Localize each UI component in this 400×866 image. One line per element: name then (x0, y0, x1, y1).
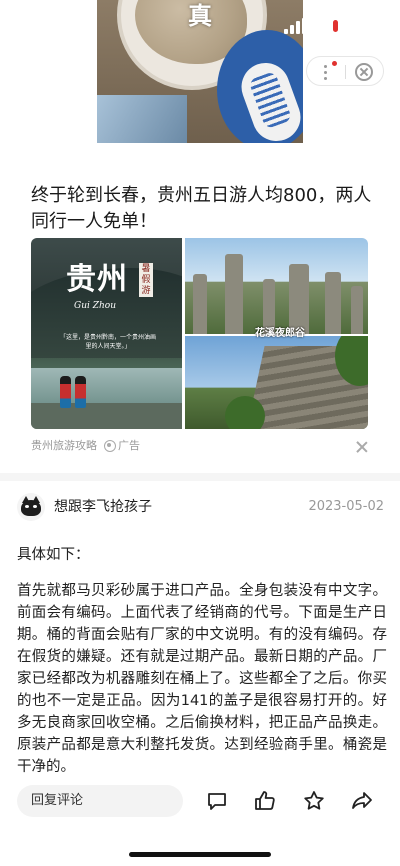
like-icon[interactable] (253, 789, 277, 813)
ad-badge-icon (104, 440, 116, 452)
stone-tower (325, 272, 341, 334)
ad-title[interactable]: 终于轮到长春，贵州五日游人均800，两人同行一人免单！ (31, 183, 376, 235)
stone-tower (225, 254, 243, 334)
mini-program-capsule (306, 56, 384, 86)
signal-icon (284, 18, 306, 34)
notification-dot-icon (332, 61, 337, 66)
poster-place-label: 花溪夜郎谷 (255, 328, 305, 339)
avatar[interactable] (17, 493, 45, 521)
favorite-star-icon[interactable] (302, 789, 326, 813)
poster-caption: 「这里，是贵州黔南，一个贵州油画里的人间天堂。」 (59, 334, 156, 350)
poster-river (31, 368, 182, 408)
photo-overlay-text: 真 (188, 1, 212, 30)
poster-title: 贵州 (66, 262, 128, 297)
close-icon[interactable] (355, 63, 373, 81)
ad-image-stone-wall[interactable] (185, 336, 368, 429)
ad-image-stone-towers[interactable] (185, 238, 368, 334)
comment-placeholder: 回复评论 (31, 793, 84, 808)
more-options-icon[interactable] (321, 64, 331, 80)
poster-pinyin: Gui Zhou (74, 301, 116, 311)
poster-rocks (31, 403, 182, 429)
comment-input[interactable]: 回复评论 (17, 785, 183, 817)
post-date: 2023-05-02 (308, 499, 384, 514)
answer-body: 首先就都马贝彩砂属于进口产品。全身包装没有中文字。前面会有编码。上面代表了经销商… (17, 583, 387, 775)
ad-tag: 广告 (118, 439, 140, 452)
ad-close-icon[interactable] (355, 440, 369, 454)
photo-cloth (97, 95, 187, 143)
stone-tower (193, 274, 207, 334)
share-icon[interactable] (350, 789, 374, 813)
capsule-divider (345, 65, 346, 79)
stone-tower (289, 264, 309, 334)
comment-icon[interactable] (205, 789, 229, 813)
poster-side-tag: 暑假游 (139, 263, 153, 297)
stone-tower (263, 279, 275, 334)
home-indicator[interactable] (129, 852, 271, 857)
recording-indicator-icon (333, 20, 338, 32)
answer-intro: 具体如下： (17, 547, 90, 563)
stone-tower (351, 286, 363, 334)
username[interactable]: 想跟李飞抢孩子 (54, 497, 254, 517)
ad-source[interactable]: 贵州旅游攻略 (31, 438, 101, 454)
section-divider (0, 473, 400, 481)
tree (225, 396, 265, 429)
poster-people (60, 374, 90, 408)
